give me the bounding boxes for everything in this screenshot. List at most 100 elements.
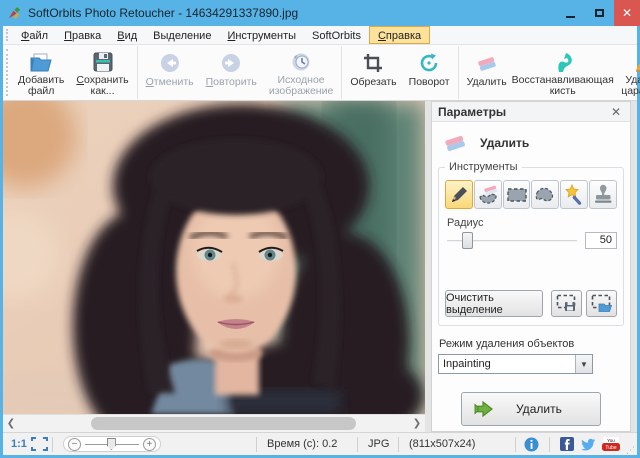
combobox-arrow-button[interactable]: ▼	[575, 355, 592, 373]
remove-scratches-label: Удалить царапины	[621, 74, 640, 97]
scroll-left-arrow[interactable]: ❮	[3, 415, 19, 433]
healing-brush-label: Восстанавливающая кисть	[511, 74, 614, 97]
crop-button[interactable]: Обрезать	[344, 47, 402, 98]
zoom-slider-thumb[interactable]	[106, 438, 116, 450]
zoom-in-button[interactable]: +	[142, 437, 156, 451]
elapsed-time: Время (с): 0.2	[267, 438, 338, 450]
redo-button[interactable]: Повторить	[200, 47, 263, 98]
mode-label: Режим удаления объектов	[439, 338, 575, 350]
save-selection-icon	[556, 294, 575, 311]
crop-icon	[362, 51, 384, 75]
selection-buttons-row: Очистить выделение	[445, 290, 617, 317]
youtube-icon[interactable]: You Tube	[602, 437, 620, 451]
menu-selection[interactable]: Выделение	[145, 26, 219, 44]
healing-brush-button[interactable]: Восстанавливающая кисть	[511, 47, 614, 98]
fit-screen-icon[interactable]	[30, 437, 48, 451]
active-tool-label: Удалить	[480, 136, 530, 150]
selection-eraser-tool-button[interactable]	[473, 180, 502, 209]
toolbar-chunk-history: Отменить Повторить Исходное изображение	[136, 46, 342, 99]
save-selection-button[interactable]	[551, 290, 583, 317]
mode-combobox-value: Inpainting	[443, 358, 491, 370]
rect-select-tool-button[interactable]	[502, 180, 531, 209]
menu-help[interactable]: Справка	[368, 26, 431, 44]
selection-eraser-icon	[479, 185, 497, 204]
tool-buttons-row	[445, 180, 617, 209]
original-image-icon	[290, 51, 312, 73]
eraser-icon	[475, 51, 499, 75]
mode-combobox[interactable]: Inpainting ▼	[438, 354, 593, 374]
active-tool-heading: Удалить	[438, 127, 624, 161]
scroll-right-arrow[interactable]: ❯	[409, 415, 425, 433]
lasso-select-tool-button[interactable]	[531, 180, 560, 209]
pencil-tool-button[interactable]	[445, 180, 473, 209]
magic-wand-icon	[565, 183, 582, 205]
twitter-icon[interactable]	[580, 438, 596, 451]
image-dimensions: (811x507x24)	[409, 438, 476, 450]
zoom-out-button[interactable]: −	[67, 437, 81, 451]
zoom-slider[interactable]	[84, 438, 139, 450]
clear-selection-button[interactable]: Очистить выделение	[445, 290, 544, 317]
scrollbar-thumb[interactable]	[91, 417, 356, 430]
panel-body: Удалить Инструменты Радиус 50 Очистить в…	[432, 122, 630, 431]
clone-stamp-icon	[595, 184, 612, 203]
remove-scratches-button[interactable]: Удалить царапины	[613, 47, 640, 98]
radius-slider[interactable]	[445, 231, 579, 250]
statusbar-separator	[256, 436, 257, 452]
menu-file[interactable]: Файл	[13, 26, 56, 44]
status-bar: 1:1 − + Время (с): 0.2 JPG (811x507x24)	[3, 432, 637, 455]
file-format: JPG	[368, 438, 390, 450]
menu-softorbits[interactable]: SoftOrbits	[304, 26, 369, 44]
actual-size-button[interactable]: 1:1	[5, 438, 31, 450]
window-frame: Файл Правка Вид Выделение Инструменты So…	[0, 26, 640, 458]
facebook-icon[interactable]	[560, 437, 574, 451]
horizontal-scrollbar[interactable]: ❮ ❯	[3, 414, 425, 432]
statusbar-separator	[51, 436, 53, 452]
menu-bar: Файл Правка Вид Выделение Инструменты So…	[3, 26, 637, 45]
menu-view[interactable]: Вид	[109, 26, 145, 44]
radius-value-box[interactable]: 50	[585, 232, 617, 249]
close-button[interactable]: ✕	[614, 0, 640, 26]
zoom-control: − +	[62, 436, 161, 452]
info-icon[interactable]	[524, 437, 539, 452]
save-as-button[interactable]: Сохранить как...	[70, 47, 134, 98]
original-image-button[interactable]: Исходное изображение	[263, 47, 339, 98]
maximize-button[interactable]	[585, 0, 614, 26]
panel-header: Параметры ✕	[432, 102, 630, 122]
panel-close-icon[interactable]: ✕	[608, 105, 624, 119]
lasso-select-icon	[535, 187, 554, 201]
add-file-button[interactable]: Добавить файл	[12, 47, 70, 98]
radius-slider-thumb[interactable]	[462, 232, 474, 249]
healing-brush-icon	[552, 51, 574, 73]
photo-canvas[interactable]	[3, 101, 425, 414]
apply-arrow-icon	[474, 400, 493, 418]
menu-edit[interactable]: Правка	[56, 26, 109, 44]
apply-delete-button[interactable]: Удалить	[461, 392, 601, 426]
rotate-button[interactable]: Поворот	[403, 47, 456, 98]
menubar-gripper	[6, 29, 11, 41]
scratch-brush-icon	[633, 51, 640, 73]
magic-wand-tool-button[interactable]	[560, 180, 589, 209]
clone-stamp-tool-button[interactable]	[589, 180, 617, 209]
window-controls: ✕	[556, 0, 640, 26]
window-title: SoftOrbits Photo Retoucher - 14634291337…	[28, 6, 299, 20]
load-selection-button[interactable]	[586, 290, 617, 317]
redo-label: Повторить	[205, 76, 257, 88]
original-image-label: Исходное изображение	[268, 74, 334, 97]
menu-tools[interactable]: Инструменты	[219, 26, 304, 44]
scrollbar-track[interactable]	[19, 415, 409, 432]
statusbar-separator	[549, 436, 550, 452]
minimize-button[interactable]	[556, 0, 585, 26]
add-file-label: Добавить файл	[18, 74, 65, 97]
statusbar-icons: You Tube	[520, 436, 624, 452]
resize-grip[interactable]: ⋰	[626, 446, 635, 455]
erase-button[interactable]: Удалить	[461, 47, 513, 98]
add-file-icon	[29, 51, 53, 73]
toolbar-chunk-retouch: Удалить Восстанавливающая кисть Уд цар	[457, 46, 640, 99]
crop-label: Обрезать	[350, 76, 397, 88]
load-selection-icon	[591, 294, 612, 312]
toolbar-chunk-file: Добавить файл Сохранить как...	[10, 46, 137, 99]
undo-button[interactable]: Отменить	[140, 47, 200, 98]
save-as-icon	[92, 51, 114, 73]
undo-label: Отменить	[145, 76, 194, 88]
svg-text:You: You	[607, 438, 615, 443]
